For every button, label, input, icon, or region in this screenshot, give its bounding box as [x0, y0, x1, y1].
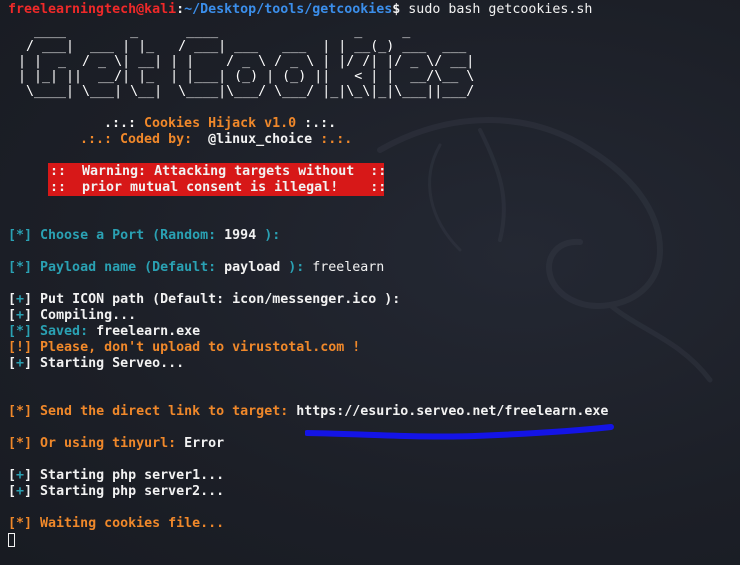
tiny-text: Or using tinyurl:	[32, 436, 185, 451]
port-value: 1994	[224, 228, 257, 243]
direct-link-line: [*] Send the direct link to target: http…	[8, 404, 608, 420]
wait-text: Waiting cookies file...	[32, 516, 225, 531]
payload-default: payload	[224, 260, 281, 275]
saved-line: [*] Saved: freelearn.exe	[8, 324, 200, 340]
php-server2-line: [+] Starting php server2...	[8, 484, 224, 500]
banner-title-line: .:.: Cookies Hijack v1.0 :.:.	[104, 116, 336, 132]
choose-port-line: [*] Choose a Port (Random: 1994 ):	[8, 228, 280, 244]
terminal-window[interactable]: freelearningtech@kali:~/Desktop/tools/ge…	[0, 0, 740, 565]
icon-path-line: [+] Put ICON path (Default: icon/messeng…	[8, 292, 400, 308]
icon-bracket-open: [	[8, 292, 17, 307]
compiling-bracket-close: ]	[24, 308, 33, 323]
serveo-bracket-open: [	[8, 356, 17, 371]
warning-line-1: :: Warning: Attacking targets without ::	[50, 164, 387, 179]
banner-coded-line: .:.: Coded by: @linux_choice :.:.	[80, 132, 352, 148]
port-end: ):	[256, 228, 281, 243]
prompt-path: ~/Desktop/tools/getcookies	[184, 2, 393, 17]
saved-bracket: [*]	[8, 324, 33, 339]
compiling-text: Compiling...	[32, 308, 137, 323]
icon-plus: +	[16, 292, 25, 307]
compiling-plus: +	[16, 308, 25, 323]
icon-bracket-close: ]	[24, 292, 33, 307]
prompt-command: sudo bash getcookies.sh	[400, 2, 593, 17]
icon-path-text: Put ICON path (Default: icon/messenger.i…	[32, 292, 401, 307]
saved-value: freelearn.exe	[88, 324, 201, 339]
php2-bracket-close: ]	[24, 484, 33, 499]
prompt-user-host: freelearningtech@kali	[8, 2, 177, 17]
banner-title: Cookies Hijack v1.0	[144, 116, 297, 131]
php2-bracket-open: [	[8, 484, 17, 499]
payload-bracket: [*]	[8, 260, 33, 275]
banner-title-suffix: :.:.	[296, 116, 337, 131]
banner-coded-label: Coded by:	[120, 132, 193, 147]
prompt-separator: :	[176, 2, 185, 17]
tiny-value: Error	[184, 436, 225, 451]
link-text: Send the direct link to target:	[32, 404, 297, 419]
php1-plus: +	[16, 468, 25, 483]
payload-text: Payload name (Default:	[32, 260, 225, 275]
compiling-bracket-open: [	[8, 308, 17, 323]
banner-coded-author: @linux_choice	[192, 132, 313, 147]
serveo-text: Starting Serveo...	[32, 356, 185, 371]
serveo-plus: +	[16, 356, 25, 371]
php1-text: Starting php server1...	[32, 468, 225, 483]
tiny-bracket: [*]	[8, 436, 33, 451]
terminal-cursor[interactable]	[8, 533, 15, 547]
kali-dragon-watermark-icon	[377, 117, 713, 383]
warning-line-2: :: prior mutual consent is illegal! ::	[50, 180, 387, 195]
warn-text: Please, don't upload to virustotal.com !	[32, 340, 361, 355]
port-bracket: [*]	[8, 228, 33, 243]
compiling-line: [+] Compiling...	[8, 308, 136, 324]
starting-serveo-line: [+] Starting Serveo...	[8, 356, 184, 372]
serveo-bracket-close: ]	[24, 356, 33, 371]
php-server1-line: [+] Starting php server1...	[8, 468, 224, 484]
port-text: Choose a Port (Random:	[32, 228, 225, 243]
banner-coded-prefix: .:.:	[80, 132, 121, 147]
command-prompt-line: freelearningtech@kali:~/Desktop/tools/ge…	[8, 2, 592, 18]
banner-title-prefix: .:.:	[104, 116, 145, 131]
payload-end: ):	[280, 260, 313, 275]
php2-plus: +	[16, 484, 25, 499]
link-bracket: [*]	[8, 404, 33, 419]
payload-link-url[interactable]: https://esurio.serveo.net/freelearn.exe	[296, 404, 608, 419]
php1-bracket-open: [	[8, 468, 17, 483]
virustotal-warning-line: [!] Please, don't upload to virustotal.c…	[8, 340, 360, 356]
blue-underline-annotation	[305, 424, 614, 440]
php2-text: Starting php server2...	[32, 484, 225, 499]
waiting-cookies-line: [*] Waiting cookies file...	[8, 516, 224, 532]
getcookies-ascii-logo: ____ _ ____ _ _ / ___| ___ | |_ / ___| _…	[18, 24, 475, 99]
wait-bracket: [*]	[8, 516, 33, 531]
warn-bracket: [!]	[8, 340, 33, 355]
php1-bracket-close: ]	[24, 468, 33, 483]
tinyurl-line: [*] Or using tinyurl: Error	[8, 436, 224, 452]
saved-label: Saved:	[32, 324, 89, 339]
banner-coded-suffix: :.:.	[312, 132, 353, 147]
payload-input: freelearn	[312, 260, 385, 275]
payload-name-line: [*] Payload name (Default: payload ): fr…	[8, 260, 384, 276]
